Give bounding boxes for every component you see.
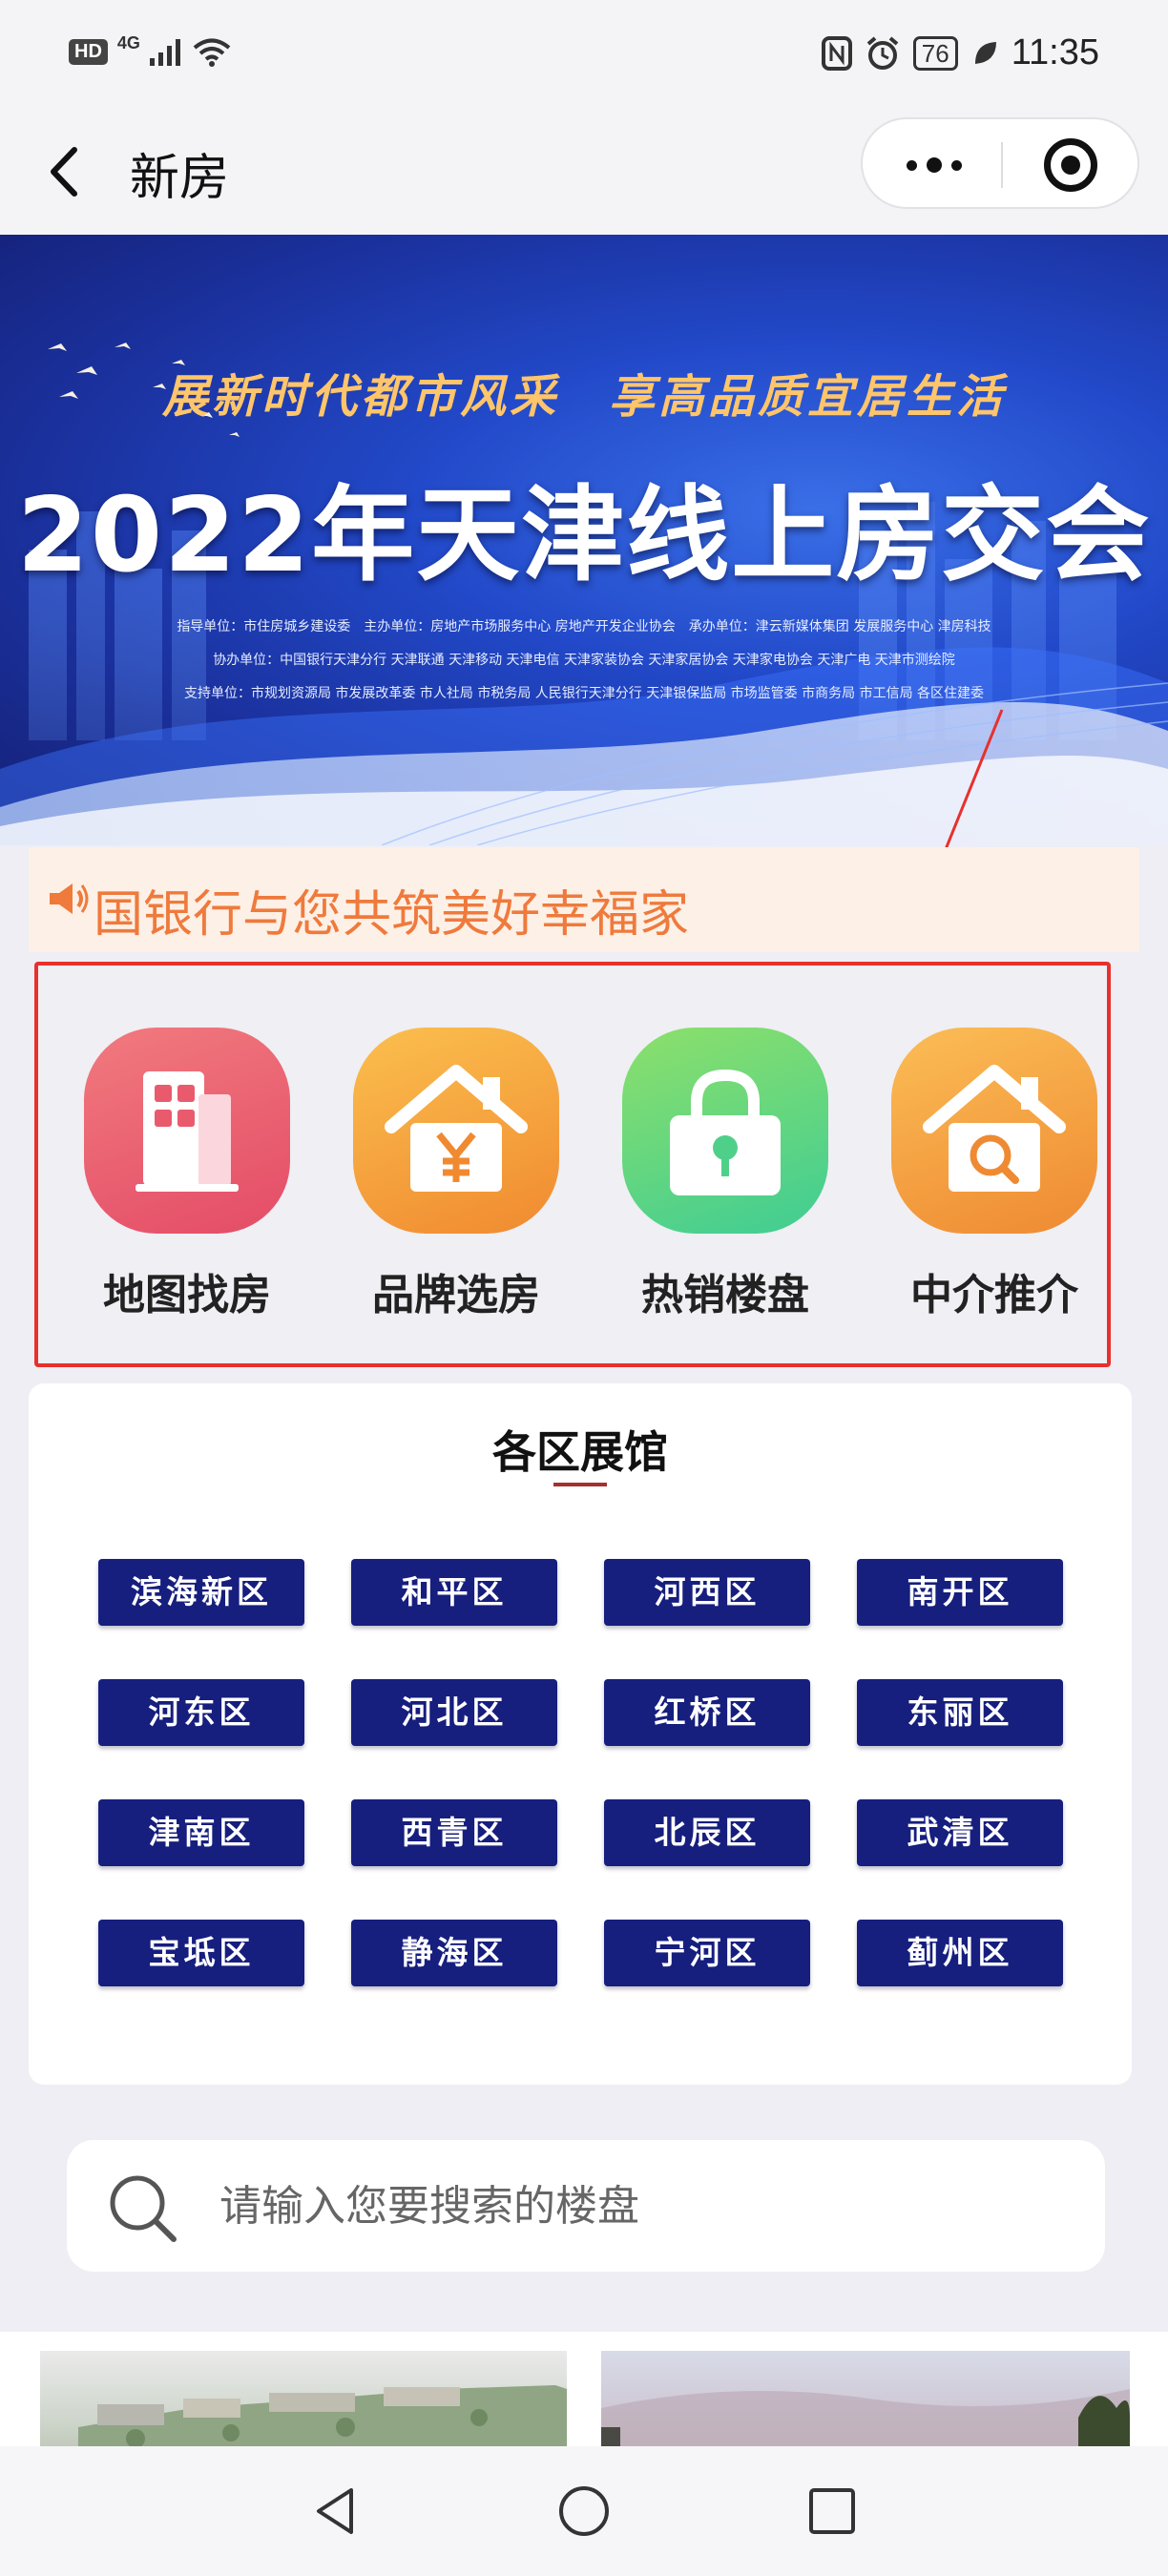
district-button[interactable]: 和平区 <box>351 1559 557 1626</box>
speaker-icon <box>50 883 89 914</box>
district-button[interactable]: 宝坻区 <box>98 1920 304 1986</box>
lock-bag-icon <box>622 1028 828 1234</box>
nav-bar: 新房 <box>0 114 1168 235</box>
nfc-icon <box>821 35 852 71</box>
more-dot-icon <box>951 159 962 171</box>
triangle-back-icon <box>317 2488 353 2534</box>
more-button[interactable] <box>882 136 987 194</box>
district-button[interactable]: 北辰区 <box>604 1799 810 1866</box>
clock: 11:35 <box>1011 32 1099 73</box>
alarm-icon <box>866 35 899 70</box>
district-button[interactable]: 西青区 <box>351 1799 557 1866</box>
system-home-button[interactable] <box>527 2446 641 2576</box>
back-button[interactable] <box>38 138 95 205</box>
district-button[interactable]: 蓟州区 <box>857 1920 1063 1986</box>
banner-organizer-line: 指导单位：市住房城乡建设委 主办单位：房地产市场服务中心 房地产开发企业协会 承… <box>177 619 991 634</box>
square-recents-icon <box>809 2488 855 2534</box>
banner-organizer-line: 协办单位：中国银行天津分行 天津联通 天津移动 天津电信 天津家装协会 天津家居… <box>213 653 955 668</box>
close-miniprogram-button[interactable] <box>1044 138 1097 192</box>
listing-card[interactable] <box>40 2351 567 2446</box>
more-dot-icon <box>907 159 917 171</box>
miniprogram-capsule <box>861 117 1139 209</box>
quick-label: 地图找房 <box>103 1271 271 1319</box>
notice-bar[interactable]: 国银行与您共筑美好幸福家 <box>29 847 1139 952</box>
quick-label: 热销楼盘 <box>641 1271 809 1319</box>
leaf-icon <box>974 41 996 64</box>
house-search-icon <box>891 1028 1097 1234</box>
hd-badge: HD <box>69 38 108 65</box>
title-underline <box>553 1483 607 1486</box>
signal-icon <box>149 39 180 66</box>
search-input[interactable] <box>219 2169 1059 2243</box>
quick-agent-recommend[interactable]: 中介推介 <box>880 1028 1109 1319</box>
quick-menu: 地图找房 品牌选房 热销楼盘 中介推介 <box>34 962 1111 1367</box>
district-button[interactable]: 静海区 <box>351 1920 557 1986</box>
search-bar <box>67 2140 1105 2272</box>
building-icon <box>84 1028 290 1234</box>
circle-home-icon <box>559 2486 609 2536</box>
more-dot-icon <box>927 157 942 173</box>
quick-hot-sale[interactable]: 热销楼盘 <box>611 1028 840 1319</box>
district-button[interactable]: 宁河区 <box>604 1920 810 1986</box>
page-title: 新房 <box>130 150 230 207</box>
banner-organizer-line: 支持单位：市规划资源局 市发展改革委 市人社局 市税务局 人民银行天津分行 天津… <box>183 686 985 701</box>
capsule-divider <box>1001 142 1003 188</box>
district-button[interactable]: 东丽区 <box>857 1679 1063 1746</box>
listing-image <box>78 2385 567 2446</box>
search-icon <box>110 2175 177 2242</box>
network-type: 4G <box>116 32 140 52</box>
quick-brand-select[interactable]: 品牌选房 <box>342 1028 571 1319</box>
notice-text: 国银行与您共筑美好幸福家 <box>94 886 690 944</box>
listing-card[interactable] <box>601 2351 1130 2446</box>
district-button[interactable]: 河北区 <box>351 1679 557 1746</box>
banner-title: 2022年天津线上房交会 <box>16 476 1152 595</box>
district-button[interactable]: 武清区 <box>857 1799 1063 1866</box>
listing-area <box>0 2332 1168 2446</box>
quick-label: 中介推介 <box>910 1271 1078 1319</box>
house-yen-icon <box>353 1028 559 1234</box>
status-bar: HD 4G 76 11:35 <box>0 0 1168 114</box>
system-recents-button[interactable] <box>775 2446 889 2576</box>
chevron-left-icon <box>51 147 77 197</box>
target-icon <box>1061 156 1080 175</box>
district-button[interactable]: 滨海新区 <box>98 1559 304 1626</box>
district-button[interactable]: 津南区 <box>98 1799 304 1866</box>
district-button[interactable]: 红桥区 <box>604 1679 810 1746</box>
listing-image <box>601 2389 1130 2446</box>
quick-map-search[interactable]: 地图找房 <box>73 1028 302 1319</box>
wifi-icon <box>193 38 231 67</box>
battery-level: 76 <box>912 35 958 71</box>
system-navigation-bar <box>0 2446 1168 2576</box>
district-button[interactable]: 河东区 <box>98 1679 304 1746</box>
quick-label: 品牌选房 <box>372 1271 540 1319</box>
districts-title: 各区展馆 <box>492 1426 668 1478</box>
district-button[interactable]: 南开区 <box>857 1559 1063 1626</box>
banner-slogan: 展新时代都市风采 享高品质宜居生活 <box>161 370 1006 424</box>
district-button[interactable]: 河西区 <box>604 1559 810 1626</box>
districts-panel: 各区展馆 滨海新区 和平区 河西区 南开区 河东区 河北区 红桥区 东丽区 津南… <box>29 1383 1132 2085</box>
system-back-button[interactable] <box>279 2446 393 2576</box>
